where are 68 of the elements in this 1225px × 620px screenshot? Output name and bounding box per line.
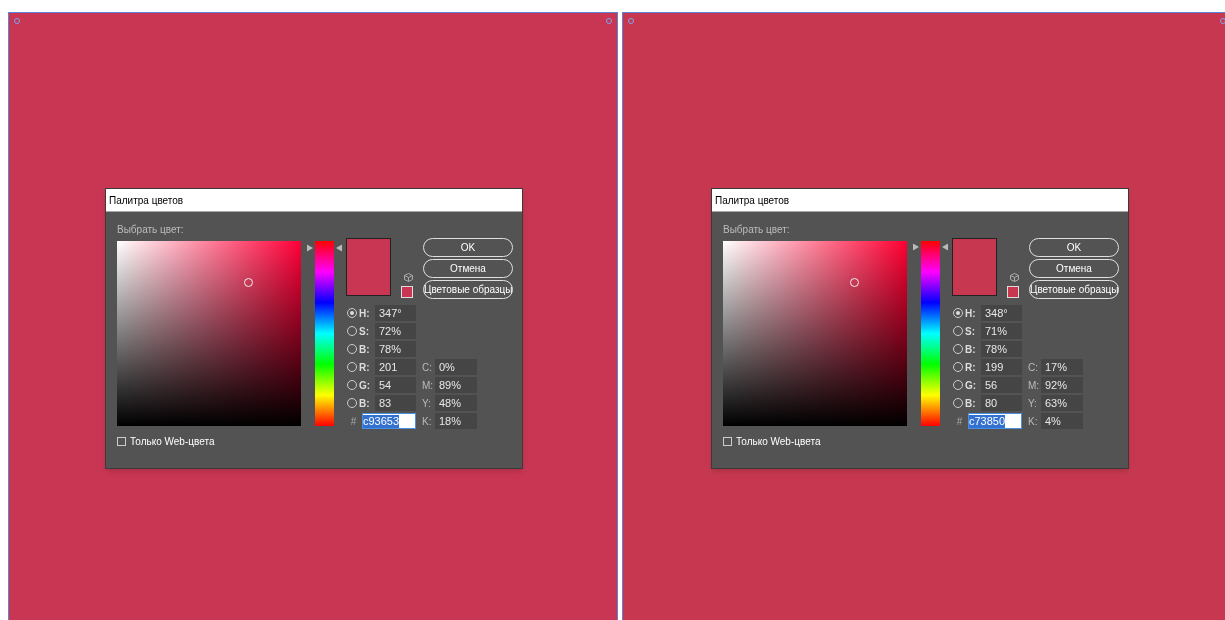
hue-slider-handle[interactable]: [307, 244, 342, 252]
channel-label: M:: [422, 378, 435, 393]
value-field[interactable]: 348°: [981, 305, 1022, 321]
channel-label: S:: [359, 324, 370, 339]
channel-label: B:: [359, 396, 371, 411]
hex-label: #: [955, 414, 964, 429]
channel-label: K:: [1028, 414, 1039, 429]
channel-label: R:: [359, 360, 371, 375]
hue-slider-handle[interactable]: [913, 243, 948, 251]
hex-field[interactable]: c93653: [362, 413, 416, 429]
checkbox[interactable]: [723, 437, 732, 446]
value-field[interactable]: 54: [375, 377, 416, 393]
cube-icon[interactable]: [1010, 273, 1019, 282]
value-field[interactable]: 83: [375, 395, 416, 411]
pick-color-label: Выбрать цвет:: [723, 223, 790, 237]
value-field[interactable]: 78%: [375, 341, 416, 357]
channel-label: Y:: [1028, 396, 1038, 411]
value-field[interactable]: 48%: [435, 395, 477, 411]
channel-label: C:: [1028, 360, 1039, 375]
channel-label: S:: [965, 324, 976, 339]
value-field[interactable]: 63%: [1041, 395, 1083, 411]
saturation-brightness-field[interactable]: [117, 241, 301, 426]
dialog-button[interactable]: Цветовые образцы: [423, 280, 513, 299]
value-field[interactable]: 80: [981, 395, 1022, 411]
value-field[interactable]: 78%: [981, 341, 1022, 357]
canvas-frame[interactable]: Палитра цветов Выбрать цвет: OK Отмена Цветовые образцы H: 347° S: 72% B: 78% R: 201 C: 0% G: 54 M: 89% B: 83 Y: 48% # c93653 K: 18% Только Web-цвета: [8, 12, 618, 620]
dialog-title: Палитра цветов: [715, 193, 790, 208]
value-field[interactable]: 71%: [981, 323, 1022, 339]
channel-label: M:: [1028, 378, 1041, 393]
channel-label: K:: [422, 414, 433, 429]
checkbox-label: Только Web-цвета: [130, 435, 215, 449]
channel-label: R:: [965, 360, 977, 375]
hex-value: c93653: [363, 414, 400, 428]
value-field[interactable]: 89%: [435, 377, 477, 393]
channel-label: B:: [359, 342, 371, 357]
value-field[interactable]: 17%: [1041, 359, 1083, 375]
channel-label: G:: [965, 378, 978, 393]
web-safe-swatch[interactable]: [401, 286, 413, 298]
saturation-brightness-field[interactable]: [723, 241, 907, 426]
hex-field[interactable]: c73850: [968, 413, 1022, 429]
value-field[interactable]: 201: [375, 359, 416, 375]
value-field[interactable]: 347°: [375, 305, 416, 321]
value-field[interactable]: 92%: [1041, 377, 1083, 393]
value-field[interactable]: 18%: [435, 413, 477, 429]
dialog-button[interactable]: Цветовые образцы: [1029, 280, 1119, 299]
channel-label: H:: [965, 306, 977, 321]
value-field[interactable]: 72%: [375, 323, 416, 339]
hue-slider[interactable]: [921, 241, 940, 426]
canvas-frame[interactable]: Палитра цветов Выбрать цвет: OK Отмена Цветовые образцы H: 348° S: 71% B: 78% R: 199 C: 17% G: 56 M: 92% B: 80 Y: 63% # c73850 K: 4% Только Web-цвета: [622, 12, 1225, 620]
channel-label: C:: [422, 360, 433, 375]
channel-label: Y:: [422, 396, 432, 411]
value-field[interactable]: 199: [981, 359, 1022, 375]
dialog-title: Палитра цветов: [109, 193, 184, 208]
value-field[interactable]: 4%: [1041, 413, 1083, 429]
web-safe-swatch[interactable]: [1007, 286, 1019, 298]
channel-label: B:: [965, 396, 977, 411]
channel-label: G:: [359, 378, 372, 393]
hue-slider[interactable]: [315, 241, 334, 426]
cube-icon[interactable]: [404, 273, 413, 282]
channel-label: H:: [359, 306, 371, 321]
channel-label: B:: [965, 342, 977, 357]
value-field[interactable]: 0%: [435, 359, 477, 375]
checkbox[interactable]: [117, 437, 126, 446]
hex-value: c73850: [969, 414, 1006, 428]
pick-color-label: Выбрать цвет:: [117, 223, 184, 237]
checkbox-label: Только Web-цвета: [736, 435, 821, 449]
value-field[interactable]: 56: [981, 377, 1022, 393]
hex-label: #: [349, 414, 358, 429]
